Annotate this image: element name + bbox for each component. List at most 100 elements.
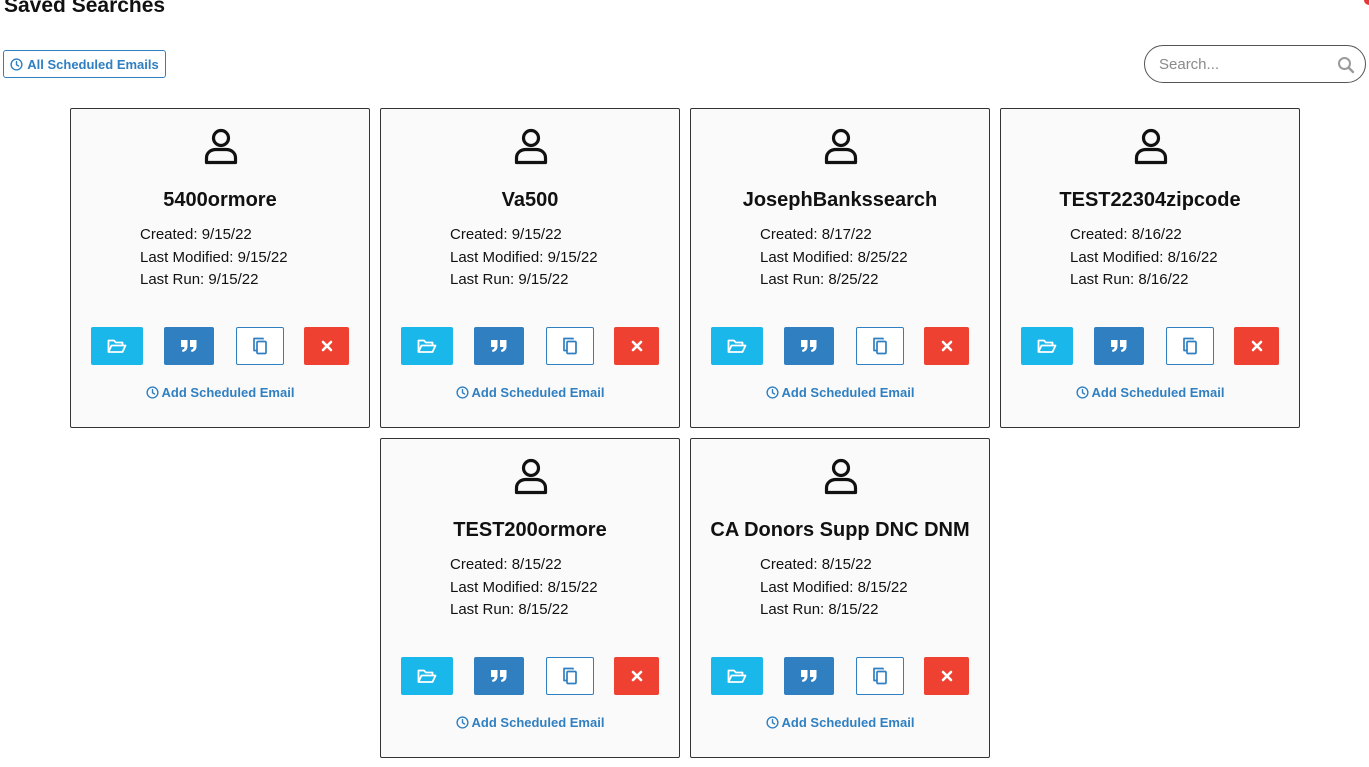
folder-open-icon (727, 339, 747, 353)
saved-search-card: TEST22304zipcode Created: 8/16/22 Last M… (1000, 108, 1300, 428)
last-run-row: Last Run: 8/15/22 (450, 599, 598, 622)
close-icon (1251, 340, 1262, 352)
copy-button[interactable] (856, 327, 904, 365)
clock-icon (765, 386, 779, 399)
search-input[interactable] (1157, 54, 1331, 74)
last-modified-label: Last Modified: (450, 578, 544, 596)
quote-button[interactable] (474, 327, 524, 365)
last-run-row: Last Run: 9/15/22 (140, 269, 288, 292)
folder-open-icon (417, 339, 437, 353)
copy-button[interactable] (546, 657, 594, 695)
add-scheduled-email-link[interactable]: Add Scheduled Email (71, 385, 369, 400)
corner-indicator (1364, 0, 1369, 5)
created-label: Created: (760, 226, 818, 243)
quote-icon (491, 670, 507, 682)
last-run-label: Last Run: (450, 601, 515, 618)
delete-button[interactable] (614, 657, 659, 695)
quote-button[interactable] (784, 327, 834, 365)
last-modified-value: 8/25/22 (857, 248, 908, 266)
last-run-value: 8/15/22 (518, 601, 569, 618)
all-scheduled-emails-button[interactable]: All Scheduled Emails (3, 50, 166, 78)
copy-icon (1183, 337, 1197, 355)
quote-button[interactable] (784, 657, 834, 695)
created-label: Created: (1070, 226, 1128, 243)
quote-icon (181, 340, 197, 352)
folder-open-icon (107, 339, 127, 353)
copy-button[interactable] (1166, 327, 1214, 365)
search-meta: Created: 8/15/22 Last Modified: 8/15/22 … (450, 554, 598, 622)
add-scheduled-email-label: Add Scheduled Email (471, 385, 605, 400)
open-search-button[interactable] (401, 657, 453, 695)
last-run-label: Last Run: (760, 601, 825, 618)
created-value: 8/15/22 (821, 556, 872, 573)
created-label: Created: (140, 226, 198, 243)
open-search-button[interactable] (91, 327, 143, 365)
delete-button[interactable] (1234, 327, 1279, 365)
search-box (1144, 45, 1366, 83)
created-label: Created: (450, 226, 508, 243)
last-run-row: Last Run: 9/15/22 (450, 269, 598, 292)
copy-button[interactable] (546, 327, 594, 365)
quote-button[interactable] (1094, 327, 1144, 365)
last-modified-label: Last Modified: (450, 248, 544, 266)
search-name: TEST200ormore (453, 519, 607, 541)
delete-button[interactable] (924, 327, 969, 365)
close-icon (631, 340, 642, 352)
add-scheduled-email-link[interactable]: Add Scheduled Email (381, 715, 679, 730)
copy-icon (873, 667, 887, 685)
created-row: Created: 9/15/22 (450, 224, 598, 247)
search-meta: Created: 8/17/22 Last Modified: 8/25/22 … (760, 224, 908, 292)
last-modified-value: 8/16/22 (1167, 248, 1218, 266)
delete-button[interactable] (614, 327, 659, 365)
last-run-label: Last Run: (1070, 271, 1135, 288)
clock-icon (10, 57, 23, 71)
last-run-value: 9/15/22 (518, 271, 569, 288)
copy-icon (253, 337, 267, 355)
last-modified-row: Last Modified: 8/15/22 (760, 577, 908, 600)
search-icon[interactable] (1337, 56, 1355, 74)
last-modified-row: Last Modified: 8/25/22 (760, 247, 908, 270)
add-scheduled-email-label: Add Scheduled Email (1091, 385, 1225, 400)
quote-button[interactable] (474, 657, 524, 695)
add-scheduled-email-link[interactable]: Add Scheduled Email (691, 715, 989, 730)
last-run-label: Last Run: (760, 271, 825, 288)
clock-icon (765, 716, 779, 729)
all-scheduled-emails-label: All Scheduled Emails (27, 56, 159, 72)
last-modified-row: Last Modified: 9/15/22 (140, 247, 288, 270)
last-run-label: Last Run: (140, 271, 205, 288)
created-value: 9/15/22 (201, 226, 252, 243)
search-name: JosephBankssearch (742, 189, 938, 211)
delete-button[interactable] (304, 327, 349, 365)
last-modified-row: Last Modified: 8/15/22 (450, 577, 598, 600)
page-title: Saved Searches (4, 0, 166, 17)
add-scheduled-email-link[interactable]: Add Scheduled Email (691, 385, 989, 400)
open-search-button[interactable] (711, 657, 763, 695)
clock-icon (1075, 386, 1089, 399)
last-run-value: 8/15/22 (828, 601, 879, 618)
open-search-button[interactable] (711, 327, 763, 365)
saved-search-card: 5400ormore Created: 9/15/22 Last Modifie… (70, 108, 370, 428)
open-search-button[interactable] (1021, 327, 1073, 365)
clock-icon (455, 716, 469, 729)
add-scheduled-email-label: Add Scheduled Email (781, 715, 915, 730)
delete-button[interactable] (924, 657, 969, 695)
quote-icon (1111, 340, 1127, 352)
copy-button[interactable] (856, 657, 904, 695)
last-modified-label: Last Modified: (760, 248, 854, 266)
last-modified-value: 9/15/22 (547, 248, 598, 266)
last-run-label: Last Run: (450, 271, 515, 288)
last-run-row: Last Run: 8/15/22 (760, 599, 908, 622)
user-icon (204, 128, 238, 165)
quote-button[interactable] (164, 327, 214, 365)
add-scheduled-email-link[interactable]: Add Scheduled Email (1001, 385, 1299, 400)
search-name: Va500 (501, 189, 559, 211)
search-meta: Created: 8/15/22 Last Modified: 8/15/22 … (760, 554, 908, 622)
add-scheduled-email-link[interactable]: Add Scheduled Email (381, 385, 679, 400)
created-value: 8/16/22 (1131, 226, 1182, 243)
card-actions (401, 327, 659, 365)
folder-open-icon (417, 669, 437, 683)
open-search-button[interactable] (401, 327, 453, 365)
copy-button[interactable] (236, 327, 284, 365)
search-meta: Created: 9/15/22 Last Modified: 9/15/22 … (450, 224, 598, 292)
saved-search-card: JosephBankssearch Created: 8/17/22 Last … (690, 108, 990, 428)
